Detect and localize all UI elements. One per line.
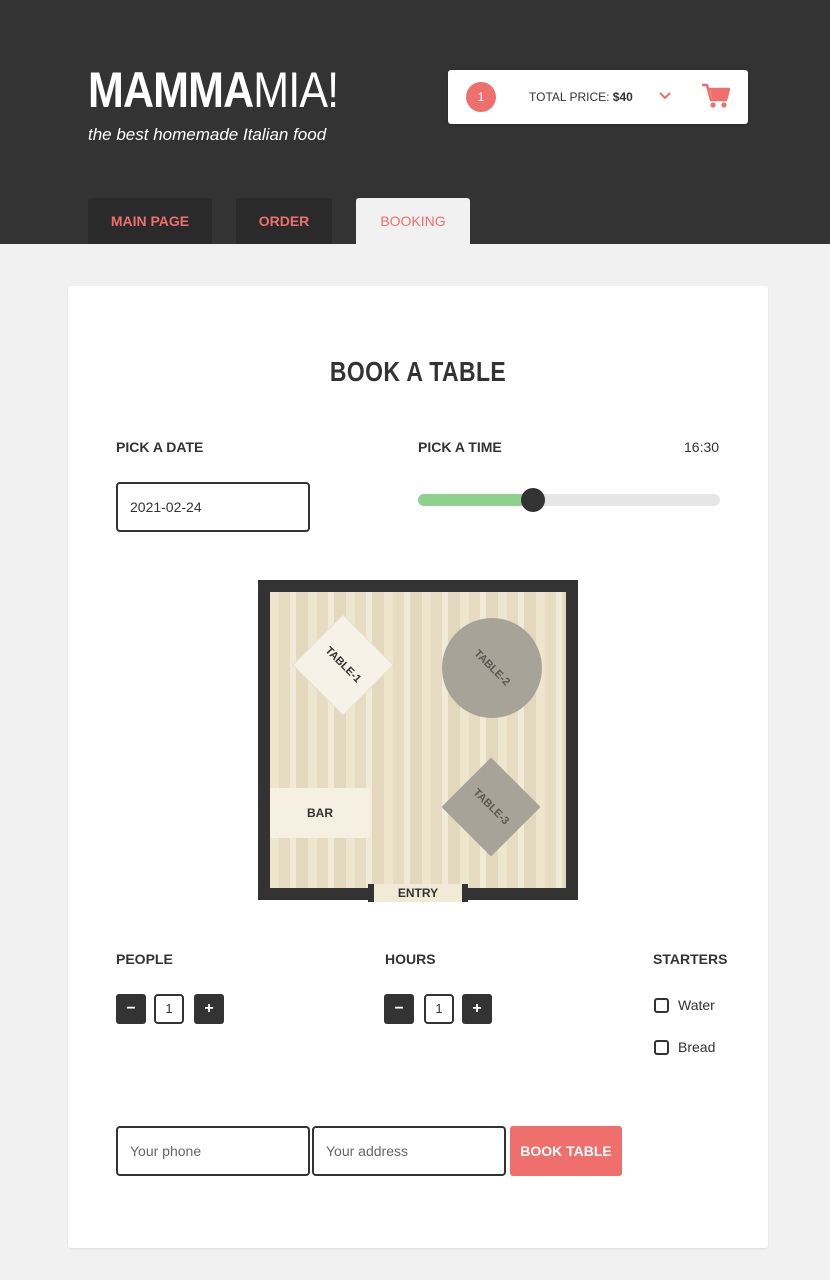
time-slider[interactable] [418,488,720,512]
cart-icon[interactable] [702,83,730,109]
tagline: the best homemade Italian food [88,125,327,144]
time-slider-handle[interactable] [520,488,545,512]
cart-count-badge: 1 [466,82,496,112]
date-label: PICK A DATE [116,439,204,455]
floor-plan: TABLE-1 TABLE-2 TABLE-3 BAR [258,580,578,900]
starters-label: STARTERS [653,951,728,967]
entry-door: ENTRY [368,884,468,904]
starter-bread-checkbox[interactable] [654,1040,669,1055]
starter-water-checkbox[interactable] [654,998,669,1013]
entry-label: ENTRY [374,884,462,902]
table-1[interactable]: TABLE-1 [293,615,393,715]
page-title: BOOK A TABLE [329,356,507,387]
tab-booking[interactable]: BOOKING [356,198,470,244]
chevron-down-icon[interactable] [658,89,672,103]
cart-summary[interactable]: 1 TOTAL PRICE: $40 [448,70,748,124]
hours-decrease-button[interactable]: − [384,994,414,1024]
people-decrease-button[interactable]: − [116,994,146,1024]
hours-value[interactable]: 1 [424,994,454,1024]
people-value[interactable]: 1 [154,994,184,1024]
people-label: PEOPLE [116,951,173,967]
bar-area: BAR [270,788,370,838]
tab-main-page[interactable]: MAIN PAGE [88,198,212,244]
tab-order[interactable]: ORDER [236,198,332,244]
entry-post-right [462,884,468,902]
phone-input[interactable] [116,1126,310,1176]
cart-total-price: TOTAL PRICE: $40 [529,90,633,104]
people-increase-button[interactable]: + [194,994,224,1024]
floor-area: TABLE-1 TABLE-2 TABLE-3 BAR [270,592,566,888]
hours-increase-button[interactable]: + [462,994,492,1024]
address-input[interactable] [312,1126,506,1176]
table-3[interactable]: TABLE-3 [441,757,541,857]
starter-water-label[interactable]: Water [678,997,715,1013]
table-2[interactable]: TABLE-2 [442,618,542,718]
page-header: MAMMAMIA! the best homemade Italian food… [0,0,830,244]
hours-label: HOURS [385,951,436,967]
logo[interactable]: MAMMAMIA! [88,62,339,118]
starter-bread-label[interactable]: Bread [678,1039,715,1055]
book-table-button[interactable]: BOOK TABLE [510,1126,622,1176]
date-input[interactable] [116,482,310,532]
time-value: 16:30 [684,439,720,455]
time-label: PICK A TIME [418,439,502,455]
